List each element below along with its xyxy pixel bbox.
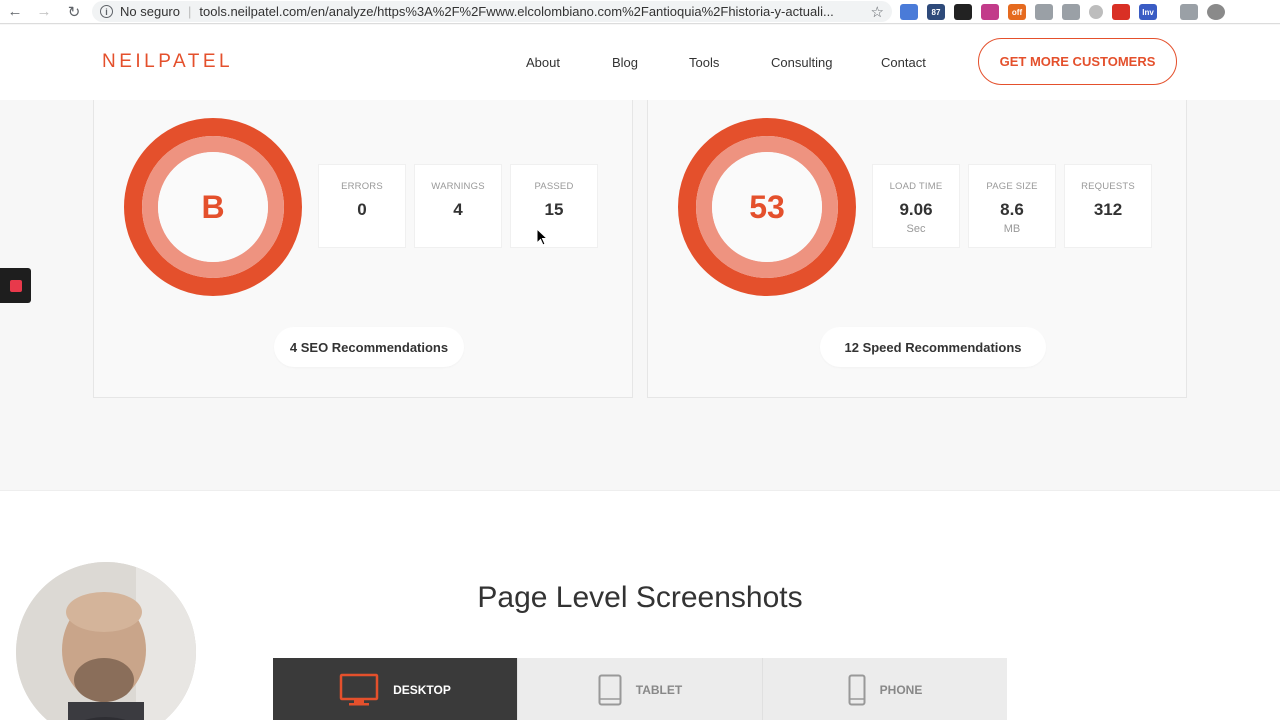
- phone-icon: [848, 674, 866, 705]
- extension-icon[interactable]: [1112, 4, 1130, 20]
- recording-indicator[interactable]: [0, 268, 31, 303]
- extension-icon[interactable]: [954, 4, 972, 20]
- seo-metrics: ERRORS 0 WARNINGS 4 PASSED 15: [318, 164, 598, 248]
- speed-score-card: 53 LOAD TIME 9.06 Sec PAGE SIZE 8.6 MB R…: [647, 100, 1187, 398]
- screenshots-section: Page Level Screenshots DESKTOP TABLET PH…: [0, 490, 1280, 720]
- metric-page-size: PAGE SIZE 8.6 MB: [968, 164, 1056, 248]
- profile-avatar-icon[interactable]: [1207, 4, 1225, 20]
- metric-warnings: WARNINGS 4: [414, 164, 502, 248]
- site-logo[interactable]: NEILPATEL: [102, 51, 233, 73]
- metric-label: REQUESTS: [1081, 181, 1135, 192]
- speed-score: 53: [749, 188, 785, 225]
- metric-unit: MB: [1003, 223, 1021, 235]
- nav-consulting[interactable]: Consulting: [771, 55, 832, 70]
- section-title: Page Level Screenshots: [477, 581, 803, 614]
- metric-unit: Sec: [906, 223, 926, 235]
- get-more-customers-button[interactable]: GET MORE CUSTOMERS: [978, 38, 1177, 85]
- speed-metrics: LOAD TIME 9.06 Sec PAGE SIZE 8.6 MB REQU…: [872, 164, 1152, 248]
- extension-icon[interactable]: 87: [927, 4, 945, 20]
- tab-desktop[interactable]: DESKTOP: [273, 658, 518, 720]
- metric-value: 8.6: [1000, 200, 1024, 219]
- security-label: No seguro: [120, 4, 180, 19]
- address-bar[interactable]: i No seguro | tools.neilpatel.com/en/ana…: [92, 1, 892, 22]
- extension-icon[interactable]: Inv: [1139, 4, 1157, 20]
- metric-label: PASSED: [534, 181, 574, 192]
- tab-label: TABLET: [635, 682, 683, 697]
- metric-errors: ERRORS 0: [318, 164, 406, 248]
- nav-about[interactable]: About: [526, 55, 560, 70]
- extension-icon[interactable]: [1062, 4, 1080, 20]
- extension-icon[interactable]: [900, 4, 918, 20]
- metric-value: 312: [1093, 200, 1123, 219]
- extension-icon[interactable]: [1089, 5, 1103, 19]
- seo-score-card: B ERRORS 0 WARNINGS 4 PASSED 15 4 SEO Re…: [93, 100, 633, 398]
- extension-icon[interactable]: [1035, 4, 1053, 20]
- monitor-icon: [339, 673, 379, 705]
- metric-load-time: LOAD TIME 9.06 Sec: [872, 164, 960, 248]
- seo-recommendations-button[interactable]: 4 SEO Recommendations: [274, 327, 464, 367]
- info-icon[interactable]: i: [100, 5, 113, 18]
- forward-arrow-icon[interactable]: →: [32, 1, 56, 23]
- tab-tablet[interactable]: TABLET: [518, 658, 763, 720]
- extension-icon[interactable]: off: [1008, 4, 1026, 20]
- metric-value: 0: [357, 200, 367, 219]
- metric-value: 15: [544, 200, 564, 219]
- nav-contact[interactable]: Contact: [881, 55, 926, 70]
- metric-requests: REQUESTS 312: [1064, 164, 1152, 248]
- tab-label: DESKTOP: [393, 682, 451, 697]
- extension-icon[interactable]: [981, 4, 999, 20]
- metric-passed: PASSED 15: [510, 164, 598, 248]
- record-icon: [9, 279, 22, 292]
- back-arrow-icon[interactable]: ←: [3, 1, 27, 23]
- metric-label: ERRORS: [341, 181, 383, 192]
- tab-label: PHONE: [879, 682, 923, 697]
- tablet-icon: [598, 674, 622, 705]
- separator: |: [187, 4, 192, 19]
- metric-value: 4: [453, 200, 463, 219]
- mouse-cursor-icon: [536, 228, 548, 246]
- bookmark-star-icon[interactable]: ☆: [871, 3, 884, 21]
- extensions-bar: 87 off Inv: [900, 3, 1225, 21]
- cast-icon[interactable]: [1180, 4, 1198, 20]
- main-nav: About Blog Tools Consulting Contact: [510, 55, 980, 75]
- site-header: NEILPATEL About Blog Tools Consulting Co…: [0, 25, 1280, 100]
- reload-icon[interactable]: ↻: [62, 1, 86, 23]
- device-tabs: DESKTOP TABLET PHONE: [273, 658, 1007, 720]
- nav-blog[interactable]: Blog: [612, 55, 638, 70]
- speed-recommendations-button[interactable]: 12 Speed Recommendations: [820, 327, 1046, 367]
- tab-phone[interactable]: PHONE: [763, 658, 1007, 720]
- url-text[interactable]: tools.neilpatel.com/en/analyze/https%3A%…: [199, 4, 839, 19]
- metric-label: WARNINGS: [431, 181, 485, 192]
- seo-grade: B: [201, 188, 225, 225]
- nav-tools[interactable]: Tools: [689, 55, 719, 70]
- metric-value: 9.06: [899, 200, 933, 219]
- metric-label: PAGE SIZE: [986, 181, 1038, 192]
- browser-toolbar: ← → ↻ i No seguro | tools.neilpatel.com/…: [0, 0, 1280, 24]
- metric-label: LOAD TIME: [889, 181, 943, 192]
